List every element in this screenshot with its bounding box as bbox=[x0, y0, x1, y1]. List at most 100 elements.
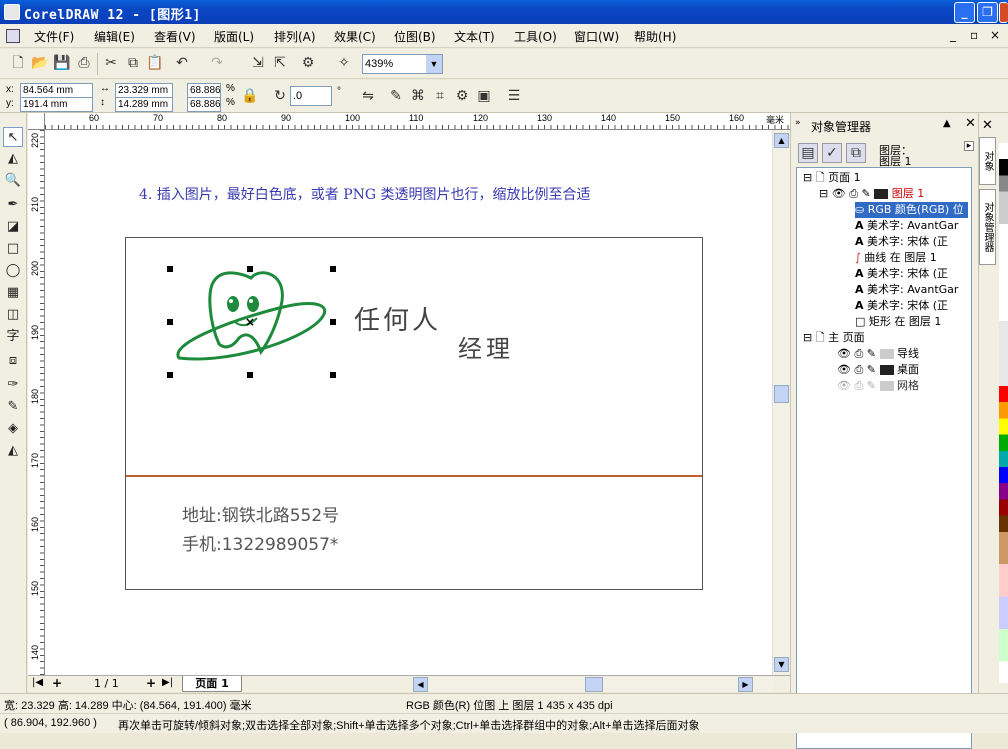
menu-effects[interactable]: 效果(C) bbox=[334, 28, 376, 45]
menu-view[interactable]: 查看(V) bbox=[154, 28, 196, 45]
layer-color-swatch[interactable] bbox=[874, 189, 889, 199]
docker-arrows-icon[interactable]: » bbox=[795, 118, 801, 128]
eye-icon[interactable]: 👁 bbox=[837, 347, 851, 360]
selection-handle[interactable] bbox=[247, 372, 253, 378]
ruler-origin[interactable] bbox=[28, 113, 45, 129]
cut-icon[interactable]: ✂ bbox=[101, 53, 121, 73]
selection-handle[interactable] bbox=[330, 372, 336, 378]
tree-item-artistic-text[interactable]: A 美术字: 宋体 (正 bbox=[855, 266, 948, 282]
scroll-down-icon[interactable]: ▼ bbox=[774, 657, 789, 672]
selection-handle[interactable] bbox=[167, 372, 173, 378]
mirror-icon[interactable]: ⇋ bbox=[358, 86, 378, 106]
scroll-right-icon[interactable]: ▶ bbox=[738, 677, 753, 692]
menu-layout[interactable]: 版面(L) bbox=[214, 28, 254, 45]
scale-y-field[interactable]: 68.886 bbox=[187, 97, 221, 112]
eye-icon[interactable]: 👁 bbox=[837, 379, 851, 392]
color-palette[interactable] bbox=[999, 143, 1008, 683]
horizontal-ruler[interactable]: 60 70 80 90 100 110 120 130 140 150 160 … bbox=[28, 113, 790, 130]
menu-text[interactable]: 文本(T) bbox=[454, 28, 495, 45]
collapse-icon[interactable]: ▲ bbox=[943, 118, 951, 129]
app-icon[interactable] bbox=[4, 4, 20, 20]
add-page-before-icon[interactable]: + bbox=[52, 676, 62, 690]
close-button[interactable] bbox=[999, 2, 1008, 23]
mdi-restore-button[interactable]: ▫ bbox=[970, 28, 978, 42]
tree-item-artistic-text[interactable]: A 美术字: AvantGar bbox=[855, 282, 958, 298]
bitmap-color-mask-icon[interactable]: ▣ bbox=[474, 86, 494, 106]
basic-shapes-tool-icon[interactable]: ◫ bbox=[3, 305, 23, 325]
tree-item-artistic-text[interactable]: A 美术字: AvantGar bbox=[855, 218, 958, 234]
interactive-fill-tool-icon[interactable]: ◭ bbox=[3, 441, 23, 461]
pick-tool-icon[interactable]: ↖ bbox=[3, 127, 23, 147]
edit-across-layers-icon[interactable]: ✓ bbox=[822, 143, 842, 163]
add-page-after-icon[interactable]: + bbox=[146, 676, 156, 690]
smart-fill-tool-icon[interactable]: ◪ bbox=[3, 217, 23, 237]
card-name[interactable]: 任何人 bbox=[354, 300, 441, 337]
menu-file[interactable]: 文件(F) bbox=[34, 28, 74, 45]
tree-item-rectangle[interactable]: □ 矩形 在 图层 1 bbox=[855, 314, 941, 330]
import-icon[interactable]: ⇲ bbox=[248, 53, 268, 73]
minimize-button[interactable]: _ bbox=[954, 2, 975, 23]
selection-handle[interactable] bbox=[167, 266, 173, 272]
polygon-tool-icon[interactable]: ▦ bbox=[3, 283, 23, 303]
layer-color-swatch[interactable] bbox=[879, 349, 894, 359]
tree-item-grid-layer[interactable]: 👁 ⎙ ✎ 网格 bbox=[837, 378, 919, 394]
print-icon[interactable]: ⎙ bbox=[74, 53, 94, 73]
ellipse-tool-icon[interactable]: ◯ bbox=[3, 261, 23, 281]
width-field[interactable]: 23.329 mm bbox=[115, 83, 173, 98]
layer-color-swatch[interactable] bbox=[879, 381, 894, 391]
resample-icon[interactable]: ⚙ bbox=[452, 86, 472, 106]
selection-handle[interactable] bbox=[247, 266, 253, 272]
tree-item-desktop-layer[interactable]: 👁 ⎙ ✎ 桌面 bbox=[837, 362, 919, 378]
rotation-field[interactable]: .0 bbox=[290, 86, 332, 106]
eye-icon[interactable]: 👁 bbox=[832, 187, 846, 200]
y-position-field[interactable]: 191.4 mm bbox=[20, 97, 93, 112]
printer-icon[interactable]: ⎙ bbox=[854, 347, 863, 360]
tab-object-properties[interactable]: 对象 bbox=[979, 137, 996, 185]
printer-icon[interactable]: ⎙ bbox=[854, 363, 863, 376]
first-page-icon[interactable]: |◀ bbox=[32, 677, 43, 688]
menu-edit[interactable]: 编辑(E) bbox=[94, 28, 135, 45]
vertical-scrollbar[interactable]: ▲ ▼ bbox=[772, 130, 790, 675]
selection-handle[interactable] bbox=[330, 319, 336, 325]
card-job-title[interactable]: 经理 bbox=[458, 329, 514, 364]
card-phone[interactable]: 手机:1322989057* bbox=[182, 530, 338, 555]
eye-icon[interactable]: 👁 bbox=[837, 363, 851, 376]
tab-object-manager[interactable]: 对象管理器 bbox=[979, 189, 996, 265]
save-icon[interactable]: 💾 bbox=[52, 53, 72, 73]
tree-item-artistic-text[interactable]: A 美术字: 宋体 (正 bbox=[855, 298, 948, 314]
object-tree[interactable]: ⊟ 🗋 页面 1 ⊟ 👁 ⎙ ✎ 图层 1 ⛀ RGB 颜色(RGB) 位 A … bbox=[796, 167, 972, 749]
eyedropper-tool-icon[interactable]: ✑ bbox=[3, 375, 23, 395]
application-launcher-icon[interactable]: ⚙ bbox=[298, 53, 318, 73]
printer-icon[interactable]: ⎙ bbox=[849, 187, 858, 200]
drawing-canvas[interactable]: 4. 插入图片，最好白色底，或者 PNG 类透明图片也行，缩放比例至合适 任何人… bbox=[45, 130, 772, 675]
card-address[interactable]: 地址:钢铁北路552号 bbox=[182, 501, 339, 526]
tree-item-layer-1[interactable]: ⊟ 👁 ⎙ ✎ 图层 1 bbox=[819, 186, 924, 202]
document-icon[interactable] bbox=[6, 29, 20, 43]
menu-window[interactable]: 窗口(W) bbox=[574, 28, 619, 45]
lock-ratio-icon[interactable]: 🔒 bbox=[240, 86, 260, 106]
selection-handle[interactable] bbox=[167, 319, 173, 325]
rotation-icon[interactable]: ↻ bbox=[270, 86, 290, 106]
last-page-icon[interactable]: ▶| bbox=[162, 677, 173, 688]
show-properties-icon[interactable]: ▤ bbox=[798, 143, 818, 163]
export-icon[interactable]: ⇱ bbox=[270, 53, 290, 73]
printer-icon[interactable]: ⎙ bbox=[854, 379, 863, 392]
crop-bitmap-icon[interactable]: ⌗ bbox=[430, 86, 450, 106]
shape-tool-icon[interactable]: ◭ bbox=[3, 149, 23, 169]
pencil-icon[interactable]: ✎ bbox=[867, 347, 876, 360]
flyout-menu-icon[interactable]: ▸ bbox=[964, 141, 974, 151]
menu-bitmaps[interactable]: 位图(B) bbox=[394, 28, 436, 45]
zoom-tool-icon[interactable]: 🔍 bbox=[3, 171, 23, 191]
tree-item-page[interactable]: ⊟ 🗋 页面 1 bbox=[803, 170, 861, 186]
tab-page-1[interactable]: 页面 1 bbox=[182, 676, 242, 692]
outline-tool-icon[interactable]: ✎ bbox=[3, 397, 23, 417]
horizontal-scrollbar[interactable]: ◀ ▶ bbox=[413, 677, 773, 692]
restore-button[interactable]: ❐ bbox=[977, 2, 998, 23]
scale-x-field[interactable]: 68.886 bbox=[187, 83, 221, 98]
height-field[interactable]: 14.289 mm bbox=[115, 97, 173, 112]
interactive-blend-tool-icon[interactable]: ⧈ bbox=[3, 351, 23, 371]
selection-handle[interactable] bbox=[330, 266, 336, 272]
zoom-level-select[interactable]: 439% ▼ bbox=[362, 54, 443, 74]
vertical-scroll-thumb[interactable] bbox=[774, 385, 789, 403]
horizontal-scroll-thumb[interactable] bbox=[585, 677, 603, 692]
